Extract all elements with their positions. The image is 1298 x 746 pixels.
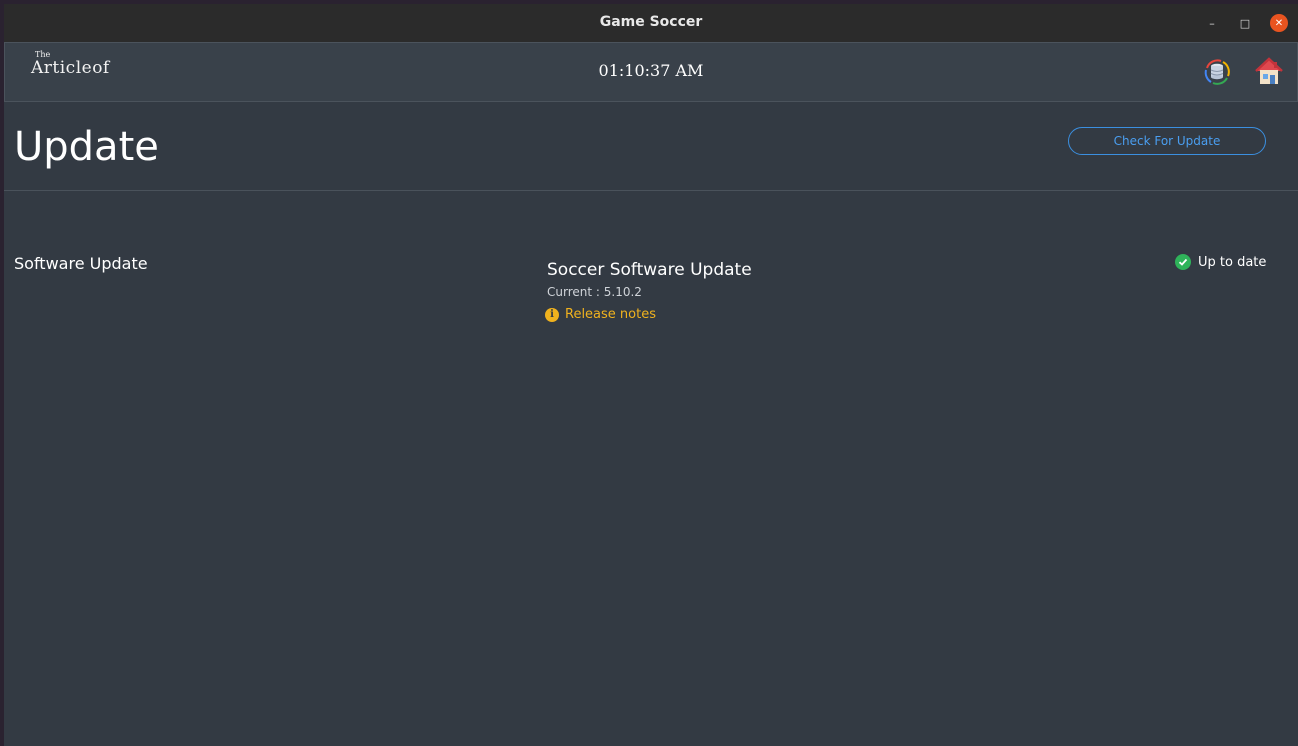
- minimize-icon: –: [1209, 16, 1215, 30]
- app-window: Game Soccer – □ ✕ The Articleof 01:10:37…: [4, 4, 1298, 746]
- minimize-button[interactable]: –: [1202, 13, 1222, 33]
- release-notes-link[interactable]: i Release notes: [545, 307, 656, 322]
- current-version: Current : 5.10.2: [547, 285, 642, 299]
- check-circle-icon: [1175, 254, 1191, 270]
- section-label: Software Update: [14, 254, 148, 273]
- update-status: Up to date: [1175, 254, 1266, 270]
- home-icon: [1255, 57, 1283, 84]
- check-for-update-button[interactable]: Check For Update: [1068, 127, 1266, 155]
- maximize-button[interactable]: □: [1235, 13, 1255, 33]
- status-label: Up to date: [1198, 254, 1267, 270]
- close-button[interactable]: ✕: [1270, 14, 1288, 32]
- title-bar: Game Soccer – □ ✕: [4, 4, 1298, 43]
- home-button[interactable]: [1253, 56, 1285, 88]
- info-icon: i: [545, 307, 559, 322]
- page-title: Update: [14, 124, 159, 170]
- maximize-icon: □: [1239, 16, 1251, 30]
- app-header: The Articleof 01:10:37 AM: [4, 42, 1298, 102]
- update-product-title: Soccer Software Update: [547, 260, 752, 280]
- page-header: Update Check For Update: [4, 102, 1298, 191]
- database-sync-button[interactable]: [1201, 56, 1233, 88]
- close-icon: ✕: [1274, 17, 1284, 29]
- release-notes-label: Release notes: [565, 307, 656, 322]
- clock-display: 01:10:37 AM: [598, 61, 704, 80]
- database-sync-icon: [1204, 59, 1230, 85]
- window-title: Game Soccer: [599, 14, 703, 30]
